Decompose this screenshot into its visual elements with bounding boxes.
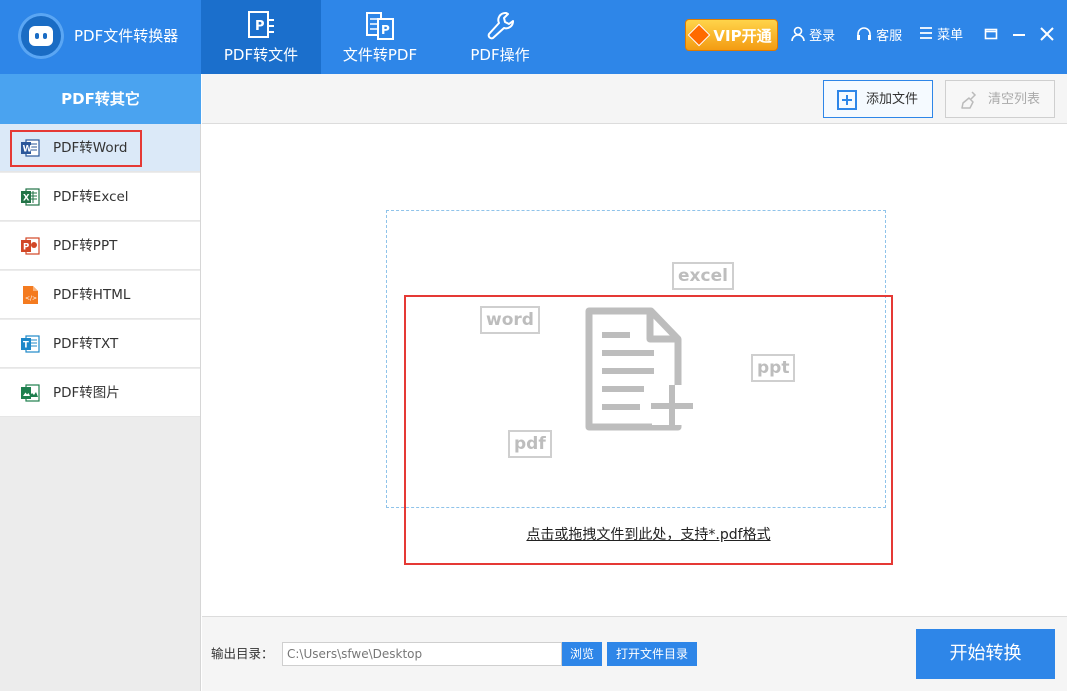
vip-button[interactable]: VIP开通 (685, 19, 778, 51)
toolbar (202, 74, 1067, 124)
sidebar-item-label: PDF转Word (53, 140, 128, 156)
sidebar-item-pdf-to-image[interactable]: PDF转图片 (0, 369, 200, 417)
close-button[interactable] (1037, 26, 1057, 47)
svg-text:W: W (23, 145, 33, 155)
menu-label: 菜单 (937, 28, 964, 43)
add-files-label: 添加文件 (866, 92, 919, 107)
sidebar-item-pdf-to-txt[interactable]: T PDF转TXT (0, 320, 200, 368)
broom-icon (961, 91, 977, 109)
tab-file-to-pdf[interactable]: P 文件转PDF (321, 0, 439, 74)
tab-pdf-to-file[interactable]: P PDF转文件 (201, 0, 321, 74)
pdf-to-file-icon: P (248, 11, 274, 38)
login-label: 登录 (809, 29, 836, 44)
svg-text:P: P (23, 243, 29, 253)
restore-icon (984, 28, 998, 40)
drop-hint-link[interactable]: 点击或拖拽文件到此处，支持*.pdf格式 (404, 525, 893, 545)
close-icon (1040, 27, 1054, 41)
excel-icon: X (21, 188, 40, 206)
clear-list-label: 清空列表 (988, 92, 1041, 107)
restore-window-button[interactable] (981, 26, 1001, 46)
output-dir-label: 输出目录： (211, 646, 274, 661)
tab-pdf-operations[interactable]: PDF操作 (440, 0, 560, 74)
minimize-icon (1013, 34, 1025, 36)
svg-text:T: T (23, 341, 29, 351)
add-files-button[interactable]: 添加文件 (823, 80, 933, 118)
tab-label: PDF操作 (470, 46, 530, 64)
sidebar-item-pdf-to-excel[interactable]: X PDF转Excel (0, 173, 200, 221)
sidebar-heading: PDF转其它 (0, 74, 201, 124)
customer-service-button[interactable]: 客服 (856, 26, 902, 47)
output-dir-input[interactable] (282, 642, 562, 666)
file-to-pdf-icon: P (366, 12, 394, 40)
txt-icon: T (21, 335, 40, 353)
format-tag-pdf: pdf (508, 430, 552, 458)
sidebar-item-label: PDF转TXT (53, 336, 119, 352)
browse-button[interactable]: 浏览 (562, 642, 602, 666)
headset-icon (857, 27, 871, 40)
start-convert-button[interactable]: 开始转换 (916, 629, 1055, 679)
svg-text:</>: </> (25, 295, 37, 302)
format-tag-ppt: ppt (751, 354, 796, 382)
sidebar-item-label: PDF转图片 (53, 385, 120, 401)
sidebar-item-pdf-to-html[interactable]: </> PDF转HTML (0, 271, 200, 319)
svg-text:P: P (255, 19, 265, 34)
login-button[interactable]: 登录 (791, 26, 835, 47)
user-icon (791, 26, 805, 42)
menu-icon (920, 27, 932, 39)
sidebar-item-pdf-to-ppt[interactable]: P PDF转PPT (0, 222, 200, 270)
add-document-icon (585, 307, 693, 431)
minimize-button[interactable] (1009, 26, 1029, 46)
add-file-icon (837, 90, 857, 110)
app-logo-icon (18, 13, 64, 59)
word-icon: W (21, 139, 40, 157)
tab-label: PDF转文件 (223, 46, 299, 64)
wrench-icon (487, 12, 514, 40)
sidebar-item-label: PDF转PPT (53, 238, 118, 254)
svg-text:X: X (23, 194, 30, 204)
sidebar-item-label: PDF转HTML (53, 287, 131, 303)
sidebar: PDF转其它 W PDF转Word X PDF转Excel P PDF转PPT … (0, 74, 201, 691)
sidebar-item-pdf-to-word[interactable]: W PDF转Word (0, 124, 200, 172)
format-tag-excel: excel (672, 262, 734, 290)
clear-list-button[interactable]: 清空列表 (945, 80, 1055, 118)
diamond-icon (688, 23, 711, 47)
svg-text:P: P (381, 23, 390, 37)
vip-label: VIP开通 (713, 27, 772, 45)
menu-button[interactable]: 菜单 (919, 26, 963, 46)
image-icon (21, 384, 40, 402)
format-tag-word: word (480, 306, 540, 334)
open-folder-button[interactable]: 打开文件目录 (607, 642, 697, 666)
sidebar-item-label: PDF转Excel (53, 189, 129, 205)
app-title: PDF文件转换器 (74, 27, 179, 45)
tab-label: 文件转PDF (342, 46, 418, 64)
html-icon: </> (23, 286, 38, 304)
powerpoint-icon: P (21, 237, 40, 255)
service-label: 客服 (876, 29, 903, 44)
